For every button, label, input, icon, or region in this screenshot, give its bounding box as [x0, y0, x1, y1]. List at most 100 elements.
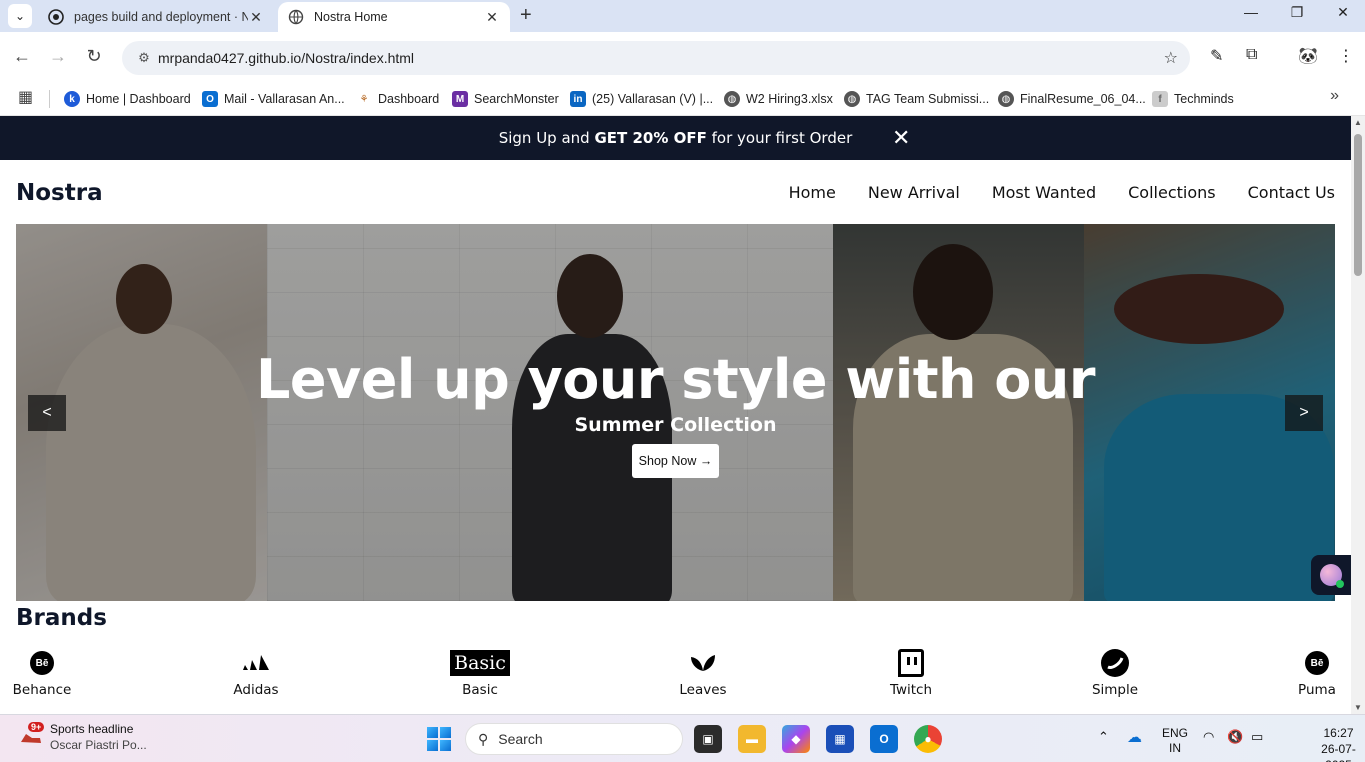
extensions-puzzle-icon[interactable]: ⧉: [1246, 46, 1257, 64]
web-page: Sign Up and GET 20% OFF for your first O…: [0, 116, 1351, 714]
tab-title: Nostra Home: [314, 10, 388, 24]
globe-icon: [288, 9, 304, 25]
bookmark-final-resume[interactable]: ◍ FinalResume_06_04...: [998, 87, 1146, 111]
basic-logo-icon: Basic: [450, 650, 510, 676]
language-code: ENG: [1162, 726, 1189, 740]
site-info-icon[interactable]: ⚙: [132, 50, 156, 66]
language-indicator[interactable]: ENG IN: [1162, 726, 1188, 756]
bookmark-tag-team[interactable]: ◍ TAG Team Submissi...: [844, 87, 989, 111]
bookmark-mail[interactable]: O Mail - Vallarasan An...: [202, 87, 345, 111]
bookmark-label: Mail - Vallarasan An...: [224, 92, 345, 106]
speaker-muted-icon[interactable]: 🔇: [1227, 729, 1243, 745]
site-logo[interactable]: Nostra: [16, 180, 103, 206]
outlook-icon[interactable]: O: [870, 725, 898, 753]
nav-collections[interactable]: Collections: [1128, 183, 1215, 202]
brand-basic[interactable]: Basic Basic: [420, 648, 540, 698]
k-logo-icon: k: [64, 91, 80, 107]
tab-title: pages build and deployment · N: [74, 10, 248, 24]
chat-widget-button[interactable]: [1311, 555, 1351, 595]
promo-prefix: Sign Up and: [498, 129, 590, 147]
url-text[interactable]: mrpanda0427.github.io/Nostra/index.html: [158, 50, 414, 66]
scroll-down-icon[interactable]: ▼: [1354, 703, 1362, 712]
show-hidden-icons-chevron-icon[interactable]: ⌃: [1098, 729, 1109, 745]
bookmark-dashboard[interactable]: ⚘ Dashboard: [356, 87, 439, 111]
brand-twitch[interactable]: Twitch: [851, 648, 971, 698]
close-tab-icon[interactable]: ✕: [248, 9, 264, 26]
nav-home[interactable]: Home: [789, 183, 836, 202]
brand-label: Simple: [1091, 682, 1139, 698]
twitch-icon: [898, 649, 924, 677]
bookmark-techminds[interactable]: f Techminds: [1152, 87, 1234, 111]
bookmark-searchmonster[interactable]: M SearchMonster: [452, 87, 559, 111]
brand-behance[interactable]: Bē Behance: [0, 648, 102, 698]
new-tab-plus-icon[interactable]: +: [520, 4, 532, 27]
bookmarks-bar: ▦ k Home | Dashboard O Mail - Vallarasan A…: [0, 82, 1365, 116]
back-arrow-icon[interactable]: ←: [10, 46, 34, 67]
more-bookmarks-chevron-icon[interactable]: »: [1330, 87, 1339, 105]
battery-icon[interactable]: ▭: [1251, 729, 1263, 745]
nav-contact-us[interactable]: Contact Us: [1248, 183, 1335, 202]
carousel-next-button[interactable]: >: [1285, 395, 1323, 431]
nav-most-wanted[interactable]: Most Wanted: [992, 183, 1096, 202]
onedrive-cloud-icon[interactable]: ☁: [1127, 728, 1142, 746]
search-icon: ⚲: [478, 730, 489, 747]
taskbar-search[interactable]: ⚲ Search: [465, 723, 683, 755]
scroll-up-icon[interactable]: ▲: [1354, 118, 1362, 127]
minimize-icon[interactable]: —: [1228, 4, 1274, 20]
brand-puma[interactable]: Bē Puma: [1257, 648, 1351, 698]
bookmark-label: Dashboard: [378, 92, 440, 106]
region-code: IN: [1169, 741, 1181, 755]
brand-leaves[interactable]: Leaves: [643, 648, 763, 698]
menu-kebab-icon[interactable]: ⋮: [1338, 46, 1354, 66]
m365-copilot-icon[interactable]: ◆: [782, 725, 810, 753]
bookmark-label: TAG Team Submissi...: [866, 92, 990, 106]
news-title: Sports headline: [50, 722, 134, 736]
leaves-icon: [689, 648, 717, 678]
page-icon: f: [1152, 91, 1168, 107]
windows-start-icon[interactable]: [427, 727, 451, 751]
shop-now-button[interactable]: Shop Now →: [632, 444, 719, 478]
bookmark-linkedin[interactable]: in (25) Vallarasan (V) |...: [570, 87, 713, 111]
bookmarks-divider: [49, 90, 50, 108]
bookmark-label: Techminds: [1174, 92, 1234, 106]
people-icon: ⚘: [356, 91, 372, 107]
page-scrollbar[interactable]: ▲ ▼: [1351, 116, 1365, 714]
chrome-icon[interactable]: ●: [914, 725, 942, 753]
hero-overlay: [16, 224, 1335, 601]
bookmark-home-dashboard[interactable]: k Home | Dashboard: [64, 87, 191, 111]
close-promo-icon[interactable]: ✕: [892, 126, 910, 151]
monster-m-icon: M: [452, 91, 468, 107]
address-bar[interactable]: ⚙ mrpanda0427.github.io/Nostra/index.htm…: [122, 41, 1190, 75]
task-view-icon[interactable]: ▣: [694, 725, 722, 753]
file-explorer-icon[interactable]: ▬: [738, 725, 766, 753]
clock[interactable]: 16:27 26-07-2025: [1312, 725, 1365, 762]
brand-adidas[interactable]: Adidas: [196, 648, 316, 698]
restore-icon[interactable]: ❐: [1274, 4, 1320, 21]
scrollbar-thumb[interactable]: [1354, 134, 1362, 276]
tab-pages-build[interactable]: pages build and deployment · N ✕: [38, 2, 274, 32]
close-tab-icon[interactable]: ✕: [484, 9, 500, 26]
forward-arrow-icon[interactable]: →: [46, 46, 70, 67]
apps-grid-icon[interactable]: ▦: [18, 87, 33, 107]
tab-nostra-home[interactable]: Nostra Home ✕: [278, 2, 510, 32]
bookmark-label: (25) Vallarasan (V) |...: [592, 92, 714, 106]
hero-title: Level up your style with our: [256, 348, 1095, 411]
bookmark-label: Home | Dashboard: [86, 92, 191, 106]
news-widget[interactable]: 9+ Sports headline Oscar Piastri Po...: [18, 721, 147, 753]
brand-simple[interactable]: Simple: [1055, 648, 1175, 698]
profile-avatar-icon[interactable]: 🐼: [1298, 46, 1318, 66]
promo-suffix: for your first Order: [711, 129, 853, 147]
reload-icon[interactable]: ↻: [82, 46, 106, 67]
pen-extension-icon[interactable]: ✎: [1210, 46, 1223, 66]
nav-new-arrival[interactable]: New Arrival: [868, 183, 960, 202]
globe-icon: ◍: [844, 91, 860, 107]
bookmark-star-icon[interactable]: ☆: [1164, 48, 1178, 68]
window-close-icon[interactable]: ✕: [1320, 4, 1365, 21]
carousel-prev-button[interactable]: <: [28, 395, 66, 431]
microsoft-store-icon[interactable]: ▦: [826, 725, 854, 753]
wifi-icon[interactable]: ◠: [1203, 729, 1214, 745]
bookmark-w2-hiring[interactable]: ◍ W2 Hiring3.xlsx: [724, 87, 833, 111]
main-nav: Home New Arrival Most Wanted Collections…: [789, 183, 1335, 202]
tab-search-chevron-icon[interactable]: ⌄: [8, 4, 32, 28]
browser-toolbar: ← → ↻ ⚙ mrpanda0427.github.io/Nostra/ind…: [0, 32, 1365, 82]
